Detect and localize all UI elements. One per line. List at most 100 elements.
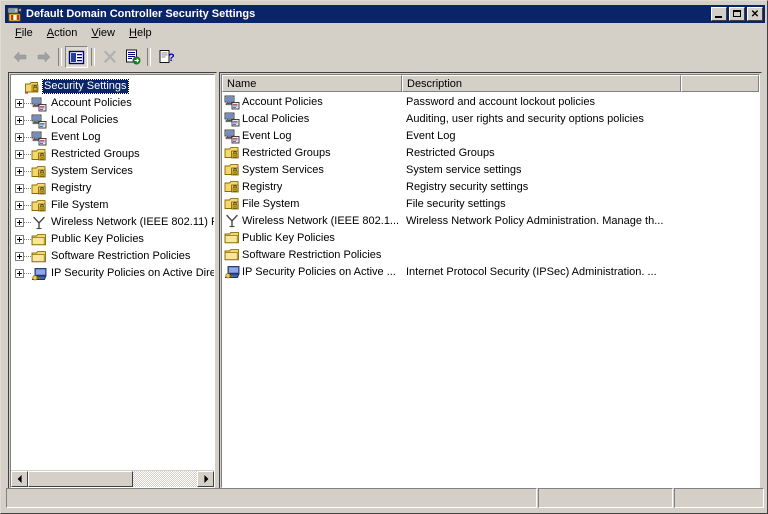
mmc-console-window: Default Domain Controller Security Setti…	[0, 0, 768, 514]
tree-item-label: Public Key Policies	[51, 233, 144, 245]
tree-connector-line	[24, 103, 31, 104]
list-cell-name: Local Policies	[222, 111, 402, 127]
list-item-description: Event Log	[406, 129, 456, 142]
close-icon: ✕	[750, 9, 760, 20]
list-column-header-cell[interactable]	[681, 75, 759, 92]
table-row[interactable]: Account Policies Password and account loc…	[222, 93, 759, 110]
tree-expand-toggle[interactable]	[15, 150, 24, 159]
console-tree-pane: Security Settings Account Policies Local P…	[8, 72, 217, 490]
arrow-right-icon	[35, 49, 52, 65]
tree-item[interactable]: System Services	[11, 163, 214, 180]
delete-x-icon	[102, 49, 118, 65]
list-item-description: Registry security settings	[406, 180, 529, 193]
title-bar[interactable]: Default Domain Controller Security Setti…	[5, 5, 765, 23]
tree-view[interactable]: Security Settings Account Policies Local P…	[10, 74, 215, 488]
arrow-right-icon	[203, 475, 208, 483]
minimize-button[interactable]	[711, 7, 727, 21]
table-row[interactable]: Restricted Groups Restricted Groups	[222, 144, 759, 161]
policy-computer-icon	[224, 111, 240, 127]
toolbar: ?	[5, 44, 765, 70]
list-cell-name: IP Security Policies on Active ...	[222, 264, 402, 280]
tree-item[interactable]: Restricted Groups	[11, 146, 214, 163]
tree-connector-line	[24, 120, 31, 121]
maximize-button[interactable]	[729, 7, 745, 21]
table-row[interactable]: Wireless Network (IEEE 802.1... Wireless …	[222, 212, 759, 229]
tree-item[interactable]: IP Security Policies on Active Direc	[11, 265, 214, 282]
tree-item[interactable]: Software Restriction Policies	[11, 248, 214, 265]
tree-expand-toggle[interactable]	[15, 218, 24, 227]
list-item-description: File security settings	[406, 197, 506, 210]
help-icon: ?	[158, 49, 174, 65]
tree-expand-toggle[interactable]	[15, 133, 24, 142]
tree-expand-toggle[interactable]	[15, 184, 24, 193]
window-title: Default Domain Controller Security Setti…	[26, 8, 256, 20]
tree-expand-toggle[interactable]	[15, 252, 24, 261]
forward-button[interactable]	[32, 46, 55, 68]
table-row[interactable]: File System File security settings	[222, 195, 759, 212]
menu-action[interactable]: Action	[40, 25, 85, 42]
list-cell-name: Software Restriction Policies	[222, 247, 402, 263]
tree-item[interactable]: Event Log	[11, 129, 214, 146]
list-column-header-cell[interactable]: Name	[222, 75, 402, 92]
list-view[interactable]: Name Description Account Policies Password…	[221, 74, 760, 488]
menu-bar: File Action View Help	[5, 24, 765, 43]
close-button[interactable]: ✕	[747, 7, 763, 21]
policy-computer-icon	[224, 94, 240, 110]
list-item-name: Account Policies	[242, 95, 323, 108]
export-list-button[interactable]	[121, 46, 144, 68]
table-row[interactable]: System Services System service settings	[222, 161, 759, 178]
list-item-name: Wireless Network (IEEE 802.1...	[242, 214, 400, 227]
table-row[interactable]: Local Policies Auditing, user rights and …	[222, 110, 759, 127]
tree-expand-toggle[interactable]	[15, 235, 24, 244]
list-rows: Account Policies Password and account loc…	[222, 92, 759, 280]
tree-item-label: Local Policies	[51, 114, 119, 126]
scroll-thumb[interactable]	[28, 471, 133, 487]
policy-computer-icon	[31, 130, 47, 146]
tree-connector-line	[24, 222, 31, 223]
list-item-name: Restricted Groups	[242, 146, 331, 159]
tree-item[interactable]: Account Policies	[11, 95, 214, 112]
tree-expand-toggle[interactable]	[15, 99, 24, 108]
menu-help[interactable]: Help	[122, 25, 159, 42]
tree-item-label: IP Security Policies on Active Direc	[51, 267, 214, 279]
list-column-header-cell[interactable]: Description	[402, 75, 681, 92]
tree-item[interactable]: Public Key Policies	[11, 231, 214, 248]
scroll-right-button[interactable]	[197, 471, 214, 487]
list-item-name: IP Security Policies on Active ...	[242, 265, 396, 278]
folder-icon	[31, 232, 47, 248]
tree-expand-toggle[interactable]	[15, 167, 24, 176]
folder-lock-icon	[31, 198, 47, 214]
tree-item[interactable]: Wireless Network (IEEE 802.11) P	[11, 214, 214, 231]
details-pane: Name Description Account Policies Password…	[219, 72, 762, 490]
table-row[interactable]: Software Restriction Policies	[222, 246, 759, 263]
list-item-name: Registry	[242, 180, 283, 193]
tree-expand-toggle[interactable]	[15, 201, 24, 210]
table-row[interactable]: IP Security Policies on Active ... Intern…	[222, 263, 759, 280]
back-button[interactable]	[9, 46, 32, 68]
tree-item-security-settings[interactable]: Security Settings	[11, 78, 214, 95]
wireless-antenna-icon	[31, 215, 47, 231]
console-content: Security Settings Account Policies Local P…	[7, 72, 763, 490]
table-row[interactable]: Public Key Policies	[222, 229, 759, 246]
table-row[interactable]: Event Log Event Log	[222, 127, 759, 144]
tree-expand-toggle[interactable]	[15, 269, 24, 278]
table-row[interactable]: Registry Registry security settings	[222, 178, 759, 195]
scroll-left-button[interactable]	[11, 471, 28, 487]
help-button[interactable]: ?	[154, 46, 177, 68]
tree-expand-toggle[interactable]	[15, 116, 24, 125]
tree-item[interactable]: Local Policies	[11, 112, 214, 129]
show-hide-tree-button[interactable]	[65, 46, 88, 68]
menu-file[interactable]: File	[8, 25, 40, 42]
list-item-name: Software Restriction Policies	[242, 248, 382, 261]
ipsec-computer-icon	[224, 264, 240, 280]
list-item-description: Internet Protocol Security (IPSec) Admin…	[406, 265, 657, 278]
folder-lock-icon	[224, 179, 240, 195]
tree-horizontal-scrollbar[interactable]	[11, 470, 214, 487]
ipsec-computer-icon	[31, 266, 47, 282]
tree-item[interactable]: Registry	[11, 180, 214, 197]
tree-item[interactable]: File System	[11, 197, 214, 214]
menu-view[interactable]: View	[84, 25, 122, 42]
list-item-description: Wireless Network Policy Administration. …	[406, 214, 664, 227]
delete-button[interactable]	[98, 46, 121, 68]
scroll-track[interactable]	[28, 471, 197, 487]
